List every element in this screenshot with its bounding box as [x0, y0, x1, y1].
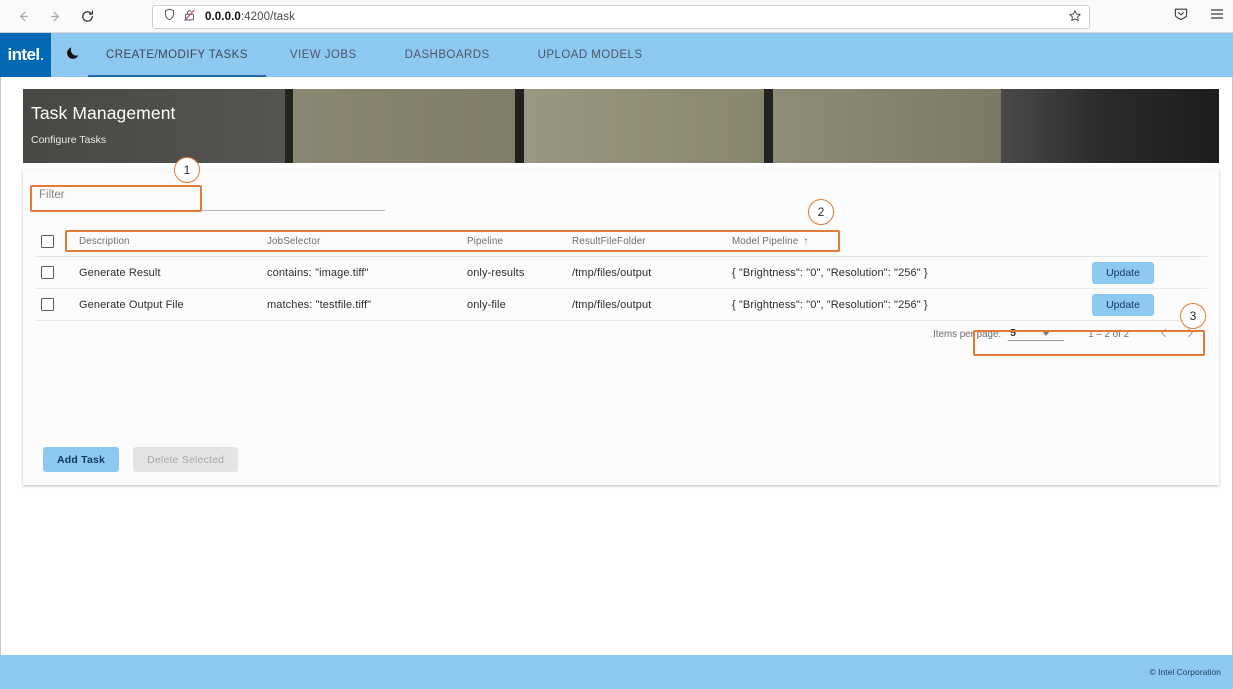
tab-label: CREATE/MODIFY TASKS	[106, 49, 248, 61]
column-header-jobselector[interactable]: JobSelector	[267, 236, 467, 247]
cell-model-pipeline: { "Brightness": "0", "Resolution": "256"…	[732, 299, 1092, 311]
tab-label: DASHBOARDS	[405, 49, 490, 61]
reload-button[interactable]	[72, 3, 102, 29]
select-all-checkbox[interactable]	[41, 235, 54, 248]
tasks-card: Description JobSelector Pipeline ResultF…	[23, 169, 1219, 485]
cell-jobselector: contains: "image.tiff"	[267, 267, 467, 279]
nav-tabs: CREATE/MODIFY TASKS VIEW JOBS DASHBOARDS…	[88, 33, 667, 77]
filter-field-wrapper	[35, 181, 385, 209]
row-select-cell	[35, 298, 79, 311]
cell-resultfilefolder: /tmp/files/output	[572, 299, 732, 311]
url-text: 0.0.0.0:4200/task	[205, 11, 295, 23]
paginator: Items per page: 5 1 – 2 of 2	[923, 321, 1207, 347]
page-banner: Task Management Configure Tasks	[23, 89, 1219, 163]
column-header-model-pipeline[interactable]: Model Pipeline ↑	[732, 236, 1092, 247]
table-row[interactable]: Generate Result contains: "image.tiff" o…	[35, 257, 1207, 289]
chevron-left-icon	[1158, 326, 1170, 342]
annotation-number: 1	[184, 163, 191, 177]
row-checkbox[interactable]	[41, 298, 54, 311]
browser-nav-buttons	[0, 3, 102, 29]
annotation-number: 3	[1190, 309, 1197, 323]
sort-ascending-icon: ↑	[803, 236, 808, 247]
browser-toolbar: 0.0.0.0:4200/task	[0, 0, 1233, 33]
tab-label: VIEW JOBS	[290, 49, 357, 61]
table-header-row: Description JobSelector Pipeline ResultF…	[35, 226, 1207, 257]
tasks-table: Description JobSelector Pipeline ResultF…	[35, 226, 1207, 321]
page-subtitle: Configure Tasks	[31, 134, 106, 146]
url-path: :4200/task	[241, 11, 295, 23]
cell-jobselector: matches: "testfile.tiff"	[267, 299, 467, 311]
column-header-description[interactable]: Description	[79, 236, 267, 247]
items-per-page-select[interactable]: 5	[1008, 327, 1064, 341]
forward-button[interactable]	[40, 3, 70, 29]
url-bar[interactable]: 0.0.0.0:4200/task	[152, 5, 1090, 29]
shield-icon[interactable]	[163, 8, 176, 26]
browser-right-controls	[1171, 6, 1227, 26]
star-icon	[1068, 9, 1082, 28]
cell-actions: Update	[1092, 262, 1207, 284]
copyright-text: © Intel Corporation	[1150, 667, 1221, 677]
cell-description: Generate Result	[79, 267, 267, 279]
app-navigation-bar: intel CREATE/MODIFY TASKS VIEW JOBS DASH…	[0, 33, 1233, 77]
app-menu-button[interactable]	[1207, 6, 1227, 26]
tab-upload-models[interactable]: UPLOAD MODELS	[514, 33, 667, 77]
url-bar-icons	[159, 8, 196, 27]
delete-selected-button: Delete Selected	[133, 447, 238, 472]
cell-pipeline: only-file	[467, 299, 572, 311]
tab-create-modify-tasks[interactable]: CREATE/MODIFY TASKS	[88, 33, 266, 77]
add-task-button[interactable]: Add Task	[43, 447, 119, 472]
intel-logo-text: intel	[8, 45, 44, 65]
select-all-cell	[35, 235, 79, 248]
page-footer: © Intel Corporation	[0, 655, 1233, 689]
filter-input[interactable]	[35, 181, 385, 209]
back-button[interactable]	[8, 3, 38, 29]
column-header-label: Model Pipeline	[732, 236, 798, 247]
forward-arrow-icon	[48, 9, 63, 24]
back-arrow-icon	[16, 9, 31, 24]
tab-dashboards[interactable]: DASHBOARDS	[381, 33, 514, 77]
annotation-marker-2: 2	[808, 199, 834, 225]
tab-view-jobs[interactable]: VIEW JOBS	[266, 33, 381, 77]
cell-pipeline: only-results	[467, 267, 572, 279]
annotation-number: 2	[818, 205, 825, 219]
tab-label: UPLOAD MODELS	[538, 49, 643, 61]
table-row[interactable]: Generate Output File matches: "testfile.…	[35, 289, 1207, 321]
previous-page-button[interactable]	[1151, 323, 1177, 345]
url-host: 0.0.0.0	[205, 11, 241, 23]
items-per-page-value: 5	[1010, 327, 1016, 339]
intel-logo[interactable]: intel	[0, 33, 51, 77]
annotation-marker-1: 1	[174, 157, 200, 183]
cell-model-pipeline: { "Brightness": "0", "Resolution": "256"…	[732, 267, 1092, 279]
column-header-pipeline[interactable]: Pipeline	[467, 236, 572, 247]
page-range-label: 1 – 2 of 2	[1088, 329, 1129, 340]
bookmark-button[interactable]	[1065, 9, 1085, 27]
row-select-cell	[35, 266, 79, 279]
row-checkbox[interactable]	[41, 266, 54, 279]
reload-icon	[80, 9, 95, 24]
banner-background-image	[23, 89, 1219, 163]
annotation-marker-3: 3	[1180, 303, 1206, 329]
moon-icon	[65, 44, 82, 66]
broken-lock-icon[interactable]	[183, 8, 196, 27]
shield-pocket-icon	[1173, 6, 1189, 27]
theme-toggle-button[interactable]	[62, 44, 84, 66]
cell-resultfilefolder: /tmp/files/output	[572, 267, 732, 279]
page-title: Task Management	[31, 103, 176, 124]
card-actions: Add Task Delete Selected	[43, 447, 238, 472]
update-button[interactable]: Update	[1092, 294, 1154, 316]
column-header-resultfilefolder[interactable]: ResultFileFolder	[572, 236, 732, 247]
filter-underline	[35, 210, 385, 211]
items-per-page-label: Items per page:	[933, 329, 1001, 340]
hamburger-menu-icon	[1209, 6, 1225, 27]
chevron-down-icon	[1042, 331, 1050, 336]
protection-report-button[interactable]	[1171, 6, 1191, 26]
update-button[interactable]: Update	[1092, 262, 1154, 284]
cell-description: Generate Output File	[79, 299, 267, 311]
